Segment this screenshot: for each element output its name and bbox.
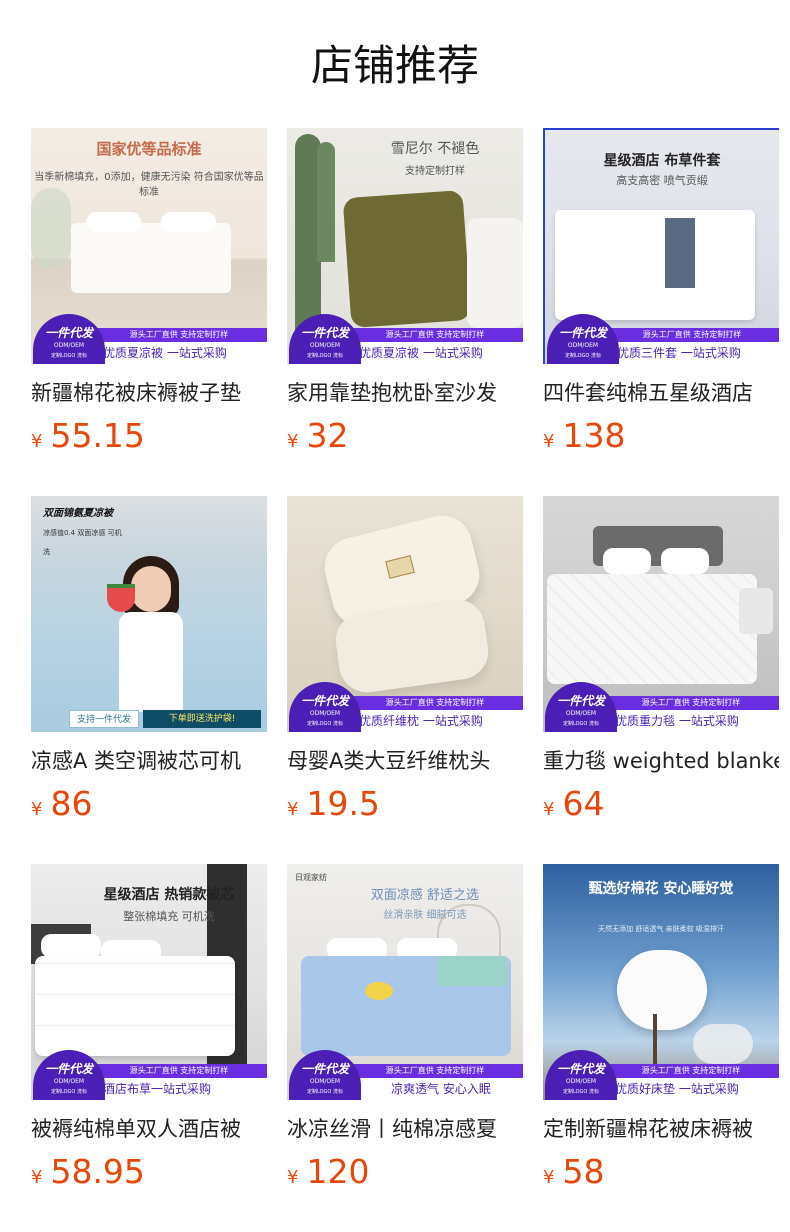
price-value: 64 bbox=[562, 784, 605, 823]
product-price: ¥64 bbox=[543, 784, 779, 824]
promo-tag: 酒店布草一站式采购 bbox=[99, 1078, 267, 1100]
product-card[interactable]: 星级酒店 布草件套 高支高密 喷气贡缎 一件代发 ODM/OEM 定制LOGO … bbox=[543, 128, 779, 456]
promo-tag: 优质好床垫 一站式采购 bbox=[611, 1078, 779, 1100]
product-image[interactable]: 雪尼尔 不褪色 支持定制打样 一件代发 ODM/OEM 定制LOGO 洗标 源头… bbox=[287, 128, 523, 364]
product-card[interactable]: 星级酒店 热销款被芯 整张棉填充 可机洗 一件代发 ODM/OEM 定制LOGO… bbox=[31, 864, 267, 1192]
image-headline: 双面锦氨夏凉被 bbox=[43, 508, 113, 519]
currency-symbol: ¥ bbox=[287, 799, 299, 820]
price-value: 19.5 bbox=[306, 784, 380, 823]
brand-mark: 日观家纺 bbox=[295, 873, 327, 882]
currency-symbol: ¥ bbox=[543, 431, 555, 452]
factory-banner: 源头工厂直供 支持定制打样 bbox=[347, 1064, 523, 1078]
image-subtext: 凉感值0.4 双面凉感 可机洗 bbox=[43, 529, 122, 556]
factory-banner: 源头工厂直供 支持定制打样 bbox=[91, 328, 267, 342]
image-subtext: 天然无添加 舒适透气 亲肤柔软 吸湿排汗 bbox=[598, 925, 724, 933]
price-value: 138 bbox=[562, 416, 626, 455]
product-card[interactable]: 一件代发 ODM/OEM 定制LOGO 洗标 源头工厂直供 支持定制打样 优质纤… bbox=[287, 496, 523, 824]
product-title[interactable]: 母婴A类大豆纤维枕头 bbox=[287, 746, 523, 776]
image-headline: 星级酒店 热销款被芯 bbox=[103, 887, 235, 903]
promo-tag: 优质夏凉被 一站式采购 bbox=[355, 342, 523, 364]
product-title[interactable]: 定制新疆棉花被床褥被 bbox=[543, 1114, 779, 1144]
promo-banner: 一件代发 ODM/OEM 定制LOGO 洗标 源头工厂直供 支持定制打样 优质重… bbox=[543, 682, 779, 732]
promo-banner: 一件代发 ODM/OEM 定制LOGO 洗标 源头工厂直供 支持定制打样 优质夏… bbox=[287, 314, 523, 364]
promo-banner: 支持一件代发 下单即送洗护袋! bbox=[69, 710, 261, 728]
promo-banner: 一件代发 ODM/OEM 定制LOGO 洗标 源头工厂直供 支持定制打样 凉爽透… bbox=[287, 1050, 523, 1100]
promo-tag: 优质纤维枕 一站式采购 bbox=[355, 710, 523, 732]
promo-tag: 凉爽透气 安心入眠 bbox=[355, 1078, 523, 1100]
image-headline: 雪尼尔 不褪色 bbox=[390, 141, 480, 157]
currency-symbol: ¥ bbox=[287, 1167, 299, 1188]
currency-symbol: ¥ bbox=[31, 799, 43, 820]
currency-symbol: ¥ bbox=[287, 431, 299, 452]
product-title[interactable]: 家用靠垫抱枕卧室沙发 bbox=[287, 378, 523, 408]
image-subtext: 整张棉填充 可机洗 bbox=[123, 910, 215, 923]
product-title[interactable]: 重力毯 weighted blanket bbox=[543, 746, 779, 776]
product-price: ¥55.15 bbox=[31, 416, 267, 456]
currency-symbol: ¥ bbox=[31, 1167, 43, 1188]
product-card[interactable]: 双面锦氨夏凉被 凉感值0.4 双面凉感 可机洗 支持一件代发 下单即送洗护袋! … bbox=[31, 496, 267, 824]
promo-tag: 优质夏凉被 一站式采购 bbox=[99, 342, 267, 364]
image-headline: 星级酒店 布草件套 bbox=[603, 153, 721, 169]
currency-symbol: ¥ bbox=[543, 799, 555, 820]
price-value: 58.95 bbox=[50, 1152, 145, 1191]
product-title[interactable]: 被褥纯棉单双人酒店被 bbox=[31, 1114, 267, 1144]
product-card[interactable]: 日观家纺 双面凉感 舒适之选 丝滑亲肤 细腻可选 一件代发 ODM/OEM 定制… bbox=[287, 864, 523, 1192]
image-subtext: 丝滑亲肤 细腻可选 bbox=[383, 910, 467, 921]
currency-symbol: ¥ bbox=[543, 1167, 555, 1188]
promo-banner: 一件代发 ODM/OEM 定制LOGO 洗标 源头工厂直供 支持定制打样 酒店布… bbox=[31, 1050, 267, 1100]
price-value: 120 bbox=[306, 1152, 370, 1191]
factory-banner: 源头工厂直供 支持定制打样 bbox=[347, 696, 523, 710]
product-image[interactable]: 甄选好棉花 安心睡好觉 天然无添加 舒适透气 亲肤柔软 吸湿排汗 一件代发 OD… bbox=[543, 864, 779, 1100]
product-card[interactable]: 甄选好棉花 安心睡好觉 天然无添加 舒适透气 亲肤柔软 吸湿排汗 一件代发 OD… bbox=[543, 864, 779, 1192]
factory-banner: 源头工厂直供 支持定制打样 bbox=[605, 328, 779, 342]
product-card[interactable]: 雪尼尔 不褪色 支持定制打样 一件代发 ODM/OEM 定制LOGO 洗标 源头… bbox=[287, 128, 523, 456]
product-title[interactable]: 新疆棉花被床褥被子垫 bbox=[31, 378, 267, 408]
product-title[interactable]: 冰凉丝滑丨纯棉凉感夏 bbox=[287, 1114, 523, 1144]
promo-banner: 一件代发 ODM/OEM 定制LOGO 洗标 源头工厂直供 支持定制打样 优质纤… bbox=[287, 682, 523, 732]
image-subtext: 支持定制打样 bbox=[405, 166, 465, 177]
product-image[interactable]: 一件代发 ODM/OEM 定制LOGO 洗标 源头工厂直供 支持定制打样 优质纤… bbox=[287, 496, 523, 732]
promo-banner: 一件代发 ODM/OEM 定制LOGO 洗标 源头工厂直供 支持定制打样 优质好… bbox=[543, 1050, 779, 1100]
product-grid: 国家优等品标准 当季新棉填充，0添加，健康无污染 符合国家优等品标准 一件代发 … bbox=[0, 0, 790, 1232]
product-image[interactable]: 星级酒店 热销款被芯 整张棉填充 可机洗 一件代发 ODM/OEM 定制LOGO… bbox=[31, 864, 267, 1100]
promo-banner: 一件代发 ODM/OEM 定制LOGO 洗标 源头工厂直供 支持定制打样 优质三… bbox=[545, 314, 779, 364]
factory-banner: 源头工厂直供 支持定制打样 bbox=[91, 1064, 267, 1078]
product-image[interactable]: 一件代发 ODM/OEM 定制LOGO 洗标 源头工厂直供 支持定制打样 优质重… bbox=[543, 496, 779, 732]
product-title[interactable]: 四件套纯棉五星级酒店 bbox=[543, 378, 779, 408]
promo-tag: 优质三件套 一站式采购 bbox=[613, 342, 779, 364]
product-price: ¥32 bbox=[287, 416, 523, 456]
product-title[interactable]: 凉感A 类空调被芯可机 bbox=[31, 746, 267, 776]
factory-banner: 源头工厂直供 支持定制打样 bbox=[603, 1064, 779, 1078]
factory-banner: 源头工厂直供 支持定制打样 bbox=[603, 696, 779, 710]
image-headline: 双面凉感 舒适之选 bbox=[370, 888, 480, 903]
dropship-tag: 支持一件代发 bbox=[69, 710, 139, 728]
product-price: ¥58 bbox=[543, 1152, 779, 1192]
promo-tag: 优质重力毯 一站式采购 bbox=[611, 710, 779, 732]
product-card[interactable]: 国家优等品标准 当季新棉填充，0添加，健康无污染 符合国家优等品标准 一件代发 … bbox=[31, 128, 267, 456]
image-subtext: 当季新棉填充，0添加，健康无污染 符合国家优等品标准 bbox=[34, 172, 264, 198]
product-price: ¥138 bbox=[543, 416, 779, 456]
product-image[interactable]: 星级酒店 布草件套 高支高密 喷气贡缎 一件代发 ODM/OEM 定制LOGO … bbox=[543, 128, 779, 364]
product-price: ¥19.5 bbox=[287, 784, 523, 824]
price-value: 58 bbox=[562, 1152, 605, 1191]
product-image[interactable]: 日观家纺 双面凉感 舒适之选 丝滑亲肤 细腻可选 一件代发 ODM/OEM 定制… bbox=[287, 864, 523, 1100]
factory-banner: 源头工厂直供 支持定制打样 bbox=[347, 328, 523, 342]
product-card[interactable]: 一件代发 ODM/OEM 定制LOGO 洗标 源头工厂直供 支持定制打样 优质重… bbox=[543, 496, 779, 824]
price-value: 32 bbox=[306, 416, 349, 455]
image-subtext: 高支高密 喷气贡缎 bbox=[616, 174, 708, 187]
product-image[interactable]: 国家优等品标准 当季新棉填充，0添加，健康无污染 符合国家优等品标准 一件代发 … bbox=[31, 128, 267, 364]
product-price: ¥58.95 bbox=[31, 1152, 267, 1192]
product-image[interactable]: 双面锦氨夏凉被 凉感值0.4 双面凉感 可机洗 支持一件代发 下单即送洗护袋! bbox=[31, 496, 267, 732]
product-price: ¥120 bbox=[287, 1152, 523, 1192]
price-value: 86 bbox=[50, 784, 93, 823]
image-headline: 国家优等品标准 bbox=[96, 140, 202, 158]
price-value: 55.15 bbox=[50, 416, 145, 455]
image-headline: 甄选好棉花 安心睡好觉 bbox=[588, 881, 734, 897]
promo-banner: 一件代发 ODM/OEM 定制LOGO 洗标 源头工厂直供 支持定制打样 优质夏… bbox=[31, 314, 267, 364]
product-price: ¥86 bbox=[31, 784, 267, 824]
currency-symbol: ¥ bbox=[31, 431, 43, 452]
gift-tag: 下单即送洗护袋! bbox=[143, 710, 261, 728]
